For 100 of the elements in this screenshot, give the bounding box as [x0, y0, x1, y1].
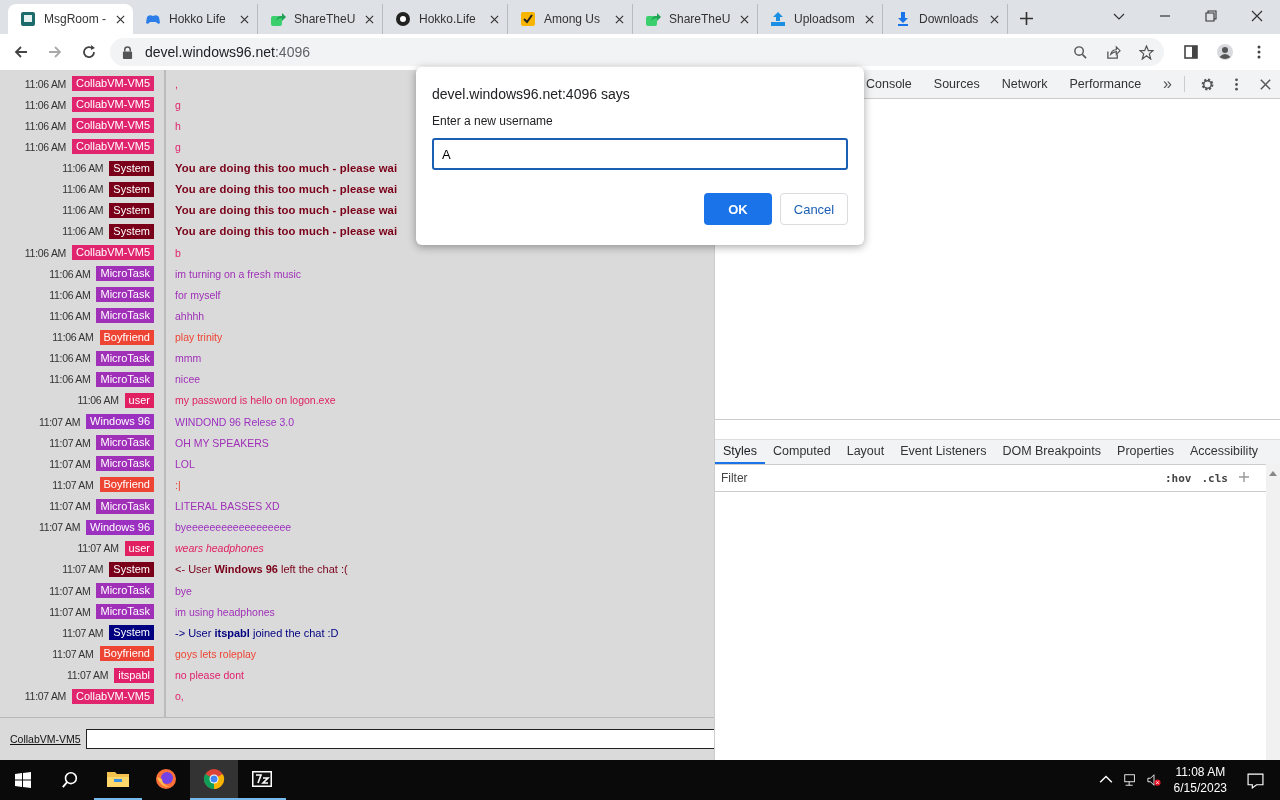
message-text: my password is hello on logon.exe [175, 394, 336, 407]
styles-tab[interactable]: Event Listeners [892, 440, 995, 464]
username-link[interactable]: CollabVM-VM5 [10, 733, 81, 745]
cancel-button[interactable]: Cancel [780, 193, 848, 225]
close-icon[interactable] [365, 14, 374, 24]
username-tag: System [109, 160, 154, 176]
timestamp: 11:06 AM [62, 204, 104, 217]
muted-speaker-icon[interactable] [1146, 773, 1161, 787]
message-text: , [175, 77, 178, 90]
username-tag: MicroTask [96, 371, 154, 387]
message-text: -> User itspabl joined the chat :D [175, 626, 339, 639]
share-icon [270, 11, 286, 27]
message-text: OH MY SPEAKERS [175, 436, 269, 449]
username-tag: Windows 96 [86, 519, 154, 535]
taskbar-app[interactable] [190, 760, 238, 800]
timestamp: 11:07 AM [67, 669, 109, 682]
timestamp: 11:07 AM [52, 478, 94, 491]
timestamp: 11:06 AM [49, 309, 91, 322]
timestamp: 11:06 AM [49, 267, 91, 280]
cls-toggle[interactable]: .cls [1201, 471, 1228, 485]
username-tag: user [124, 540, 154, 556]
timestamp: 11:06 AM [62, 162, 104, 175]
message-text: o, [175, 690, 184, 703]
hov-toggle[interactable]: :hov [1165, 471, 1192, 485]
styles-tab[interactable]: Properties [1109, 440, 1183, 464]
username-tag: Boyfriend [99, 646, 154, 662]
username-input[interactable]: A [432, 138, 848, 170]
message-text: You are doing this too much - please wai [175, 162, 398, 175]
close-icon[interactable] [240, 14, 249, 24]
notification-icon[interactable] [1247, 771, 1264, 789]
message-input[interactable] [85, 729, 714, 749]
username-tag: System [109, 181, 154, 197]
timestamp: 11:07 AM [77, 542, 119, 555]
close-icon[interactable] [1251, 10, 1263, 22]
username-tag: MicroTask [96, 498, 154, 514]
close-icon[interactable] [116, 14, 125, 24]
wheel-icon [395, 11, 411, 27]
share-icon[interactable] [1106, 44, 1121, 60]
username-tag: CollabVM-VM5 [72, 118, 154, 134]
search-icon[interactable] [1073, 44, 1088, 60]
username-tag: user [124, 392, 154, 408]
timestamp: 11:06 AM [49, 288, 91, 301]
timestamp: 11:06 AM [24, 119, 67, 132]
message-text: <- User Windows 96 left the chat :( [175, 563, 348, 576]
upload-icon [770, 11, 786, 27]
tab-title: ShareTheU [294, 12, 357, 26]
message-text: no please dont [175, 669, 244, 682]
timestamp: 11:07 AM [62, 563, 104, 576]
tab-title: ShareTheU [669, 12, 732, 26]
close-icon[interactable] [615, 14, 624, 24]
devtools-tab[interactable]: Sources [933, 77, 980, 91]
close-icon[interactable] [490, 14, 499, 24]
tab-title: MsgRoom - [44, 12, 107, 26]
timestamp: 11:07 AM [49, 584, 91, 597]
username-tag: CollabVM-VM5 [72, 76, 154, 92]
username-tag: MicroTask [96, 350, 154, 366]
browser-tab[interactable]: MsgRoom - [8, 4, 133, 34]
address-field[interactable]: devel.windows96.net:4096 [110, 38, 1164, 66]
close-icon[interactable] [740, 14, 749, 24]
devtools-tab[interactable]: Console [865, 77, 912, 91]
message-text: wears headphones [175, 542, 264, 555]
username-tag: MicroTask [96, 266, 154, 282]
tab-title: Downloads [919, 12, 980, 26]
lock-icon [122, 45, 133, 59]
message-text: You are doing this too much - please wai [175, 225, 398, 238]
timestamp: 11:07 AM [49, 500, 91, 513]
network-icon[interactable] [1122, 773, 1137, 787]
timestamp: 11:06 AM [49, 352, 91, 365]
styles-tab[interactable]: Accessibility [1182, 440, 1267, 464]
message-text: You are doing this too much - please wai [175, 183, 398, 196]
timestamp: 11:06 AM [49, 373, 91, 386]
star-icon[interactable] [1139, 44, 1154, 60]
dialog-title: devel.windows96.net:4096 says [432, 86, 631, 102]
username-tag: CollabVM-VM5 [72, 139, 154, 155]
message-text: h [175, 119, 181, 132]
styles-tab[interactable]: Computed [765, 440, 839, 464]
url-text: devel.windows96.net:4096 [145, 44, 311, 60]
more-tabs-icon[interactable]: » [1163, 75, 1172, 93]
devtools-tab[interactable]: Performance [1069, 77, 1142, 91]
username-tag: MicroTask [96, 308, 154, 324]
clock-date[interactable]: 6/15/2023 [1173, 780, 1227, 796]
timestamp: 11:07 AM [38, 415, 81, 428]
plus-icon[interactable] [1020, 12, 1033, 25]
styles-tab[interactable]: DOM Breakpoints [994, 440, 1110, 464]
timestamp: 11:06 AM [24, 98, 67, 111]
message-text: nicee [175, 373, 201, 386]
close-icon[interactable] [865, 14, 874, 24]
username-tag: MicroTask [96, 456, 154, 472]
clock-time[interactable]: 11:08 AM [1175, 764, 1226, 780]
fox-globe-icon [154, 767, 178, 791]
restore-icon[interactable] [1205, 10, 1217, 22]
ok-button[interactable]: OK [704, 193, 772, 225]
timestamp: 11:06 AM [77, 394, 119, 407]
settings-icon[interactable] [1200, 76, 1215, 92]
styles-tab[interactable]: Layout [838, 440, 893, 464]
message-text: play trinity [175, 331, 223, 344]
scrollbar[interactable] [1266, 464, 1280, 760]
close-icon[interactable] [990, 14, 999, 24]
scroll-up-icon[interactable] [1269, 470, 1277, 476]
devtools-tab[interactable]: Network [1001, 77, 1048, 91]
